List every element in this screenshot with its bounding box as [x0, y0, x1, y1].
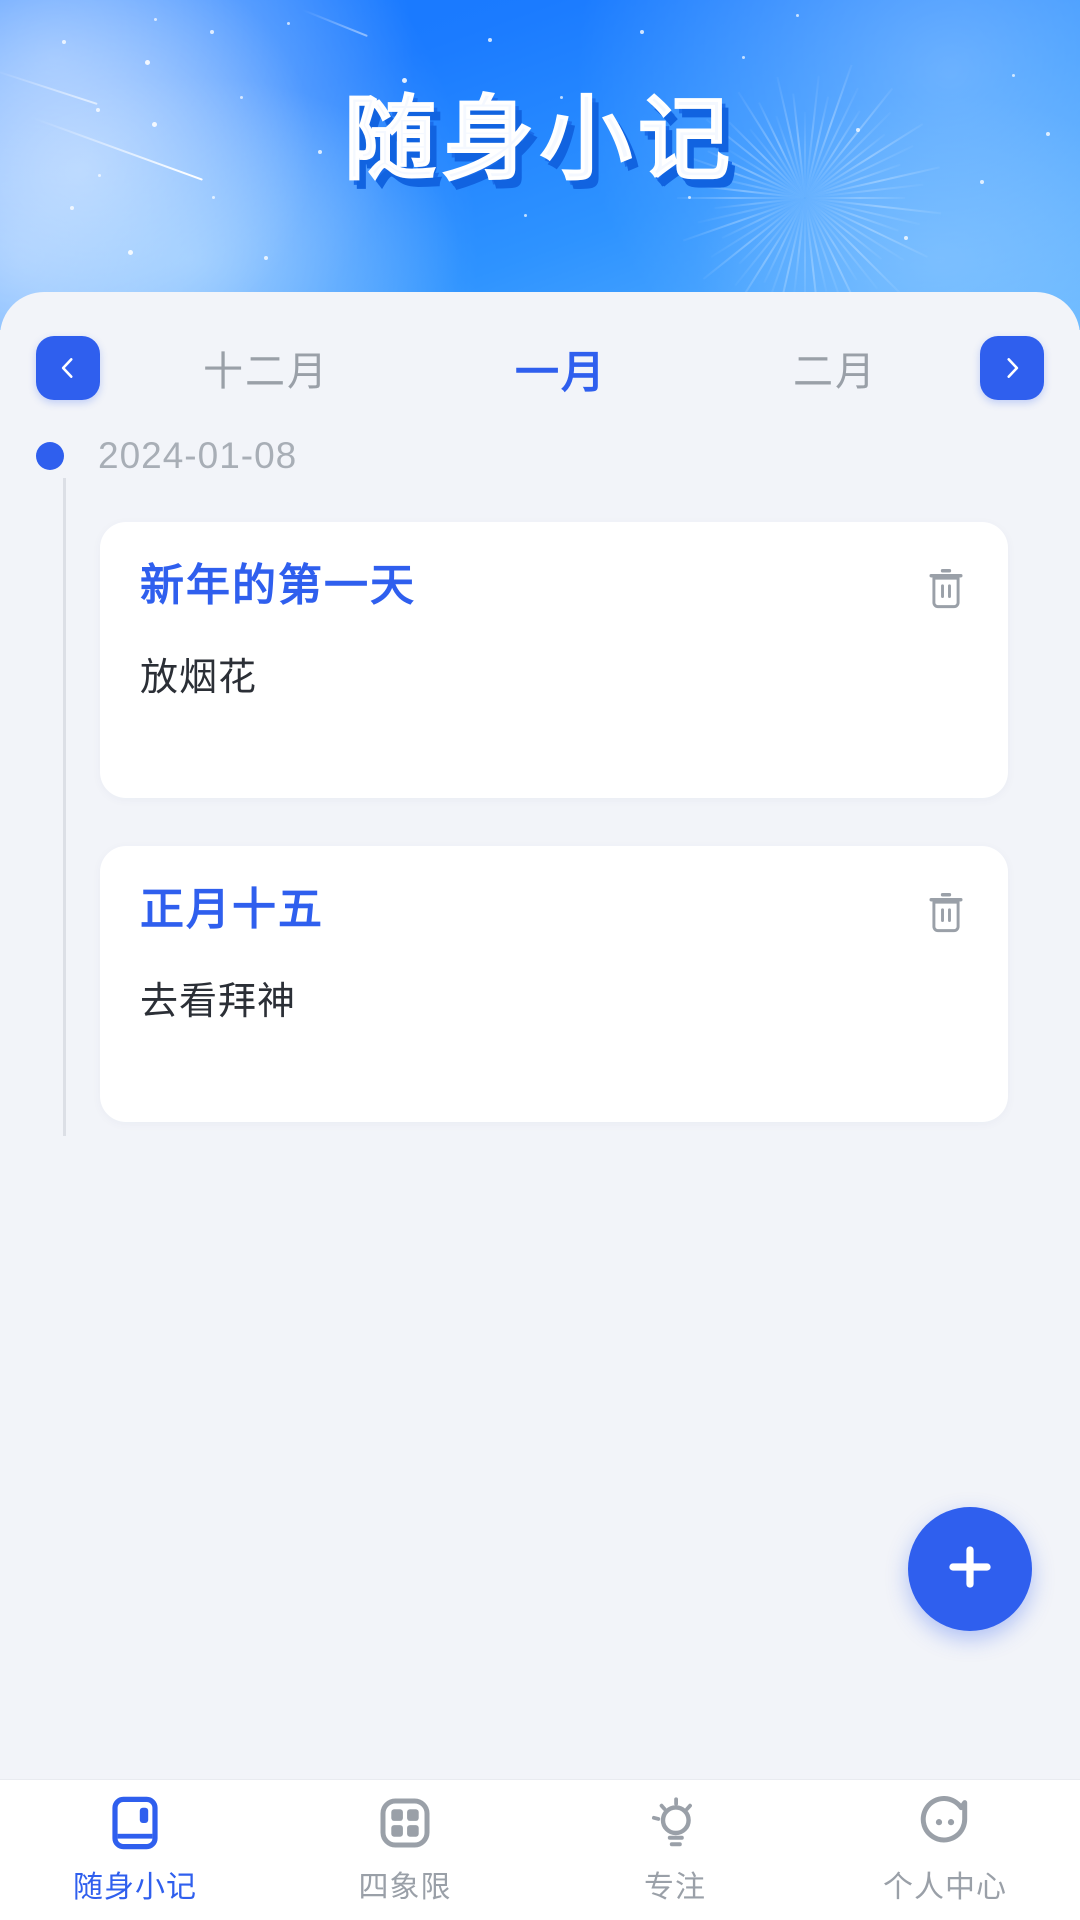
tab-focus[interactable]: 专注 [540, 1794, 810, 1906]
app-title-wrap: 随身小记 [0, 0, 1080, 280]
prev-month-button[interactable] [36, 336, 100, 400]
next-month-button[interactable] [980, 336, 1044, 400]
month-selector: 十二月 一月 二月 [0, 292, 1080, 426]
trash-icon[interactable] [924, 890, 968, 936]
note-title: 正月十五 [140, 885, 324, 934]
trash-icon[interactable] [924, 566, 968, 612]
note-card-header: 正月十五 [140, 885, 968, 936]
note-body: 放烟花 [140, 657, 258, 699]
month-item-next[interactable]: 二月 [793, 339, 877, 397]
timeline-dot-icon [36, 442, 64, 470]
note-title: 新年的第一天 [140, 561, 416, 610]
lightbulb-icon [648, 1794, 702, 1852]
tab-notes[interactable]: 随身小记 [0, 1794, 270, 1906]
person-face-icon [917, 1794, 973, 1852]
date-group: 2024-01-08 新年的第一天 放烟花 正月十五 去看拜神 [0, 426, 1080, 1136]
note-card[interactable]: 新年的第一天 放烟花 [100, 522, 1008, 798]
note-card-header: 新年的第一天 [140, 561, 968, 612]
tab-label: 随身小记 [73, 1871, 197, 1904]
plus-icon [939, 1536, 1001, 1603]
tab-label: 个人中心 [883, 1871, 1007, 1904]
content-panel: 十二月 一月 二月 2024-01-08 新年的第一天 放烟花 正月十五 去看拜… [0, 292, 1080, 1920]
notes-list[interactable]: 2024-01-08 新年的第一天 放烟花 正月十五 去看拜神 [0, 426, 1080, 1779]
bottom-tab-bar: 随身小记 四象限 专注 个人中心 [0, 1779, 1080, 1920]
chevron-right-icon [999, 355, 1025, 381]
date-group-header: 2024-01-08 [0, 426, 1080, 486]
app-root: 随身小记 十二月 一月 二月 2024-01-08 新年的第一天 放烟花 正月十… [0, 0, 1080, 1920]
page-title: 随身小记 [343, 89, 736, 191]
note-body: 去看拜神 [140, 981, 297, 1023]
month-item-current[interactable]: 一月 [515, 336, 607, 400]
tab-profile[interactable]: 个人中心 [810, 1794, 1080, 1906]
notebook-icon [108, 1794, 162, 1852]
add-note-button[interactable] [908, 1507, 1032, 1631]
note-card-list: 新年的第一天 放烟花 正月十五 去看拜神 [0, 486, 1080, 1122]
group-date-label: 2024-01-08 [98, 435, 298, 476]
tab-quadrant[interactable]: 四象限 [270, 1794, 540, 1906]
app-header: 随身小记 [0, 0, 1080, 330]
chevron-left-icon [55, 355, 81, 381]
quadrant-grid-icon [378, 1794, 432, 1852]
month-list: 十二月 一月 二月 [100, 336, 980, 400]
timeline-line [63, 478, 66, 1136]
tab-label: 四象限 [358, 1871, 452, 1904]
month-item-prev[interactable]: 十二月 [203, 339, 329, 397]
tab-label: 专注 [644, 1871, 706, 1904]
note-card[interactable]: 正月十五 去看拜神 [100, 846, 1008, 1122]
